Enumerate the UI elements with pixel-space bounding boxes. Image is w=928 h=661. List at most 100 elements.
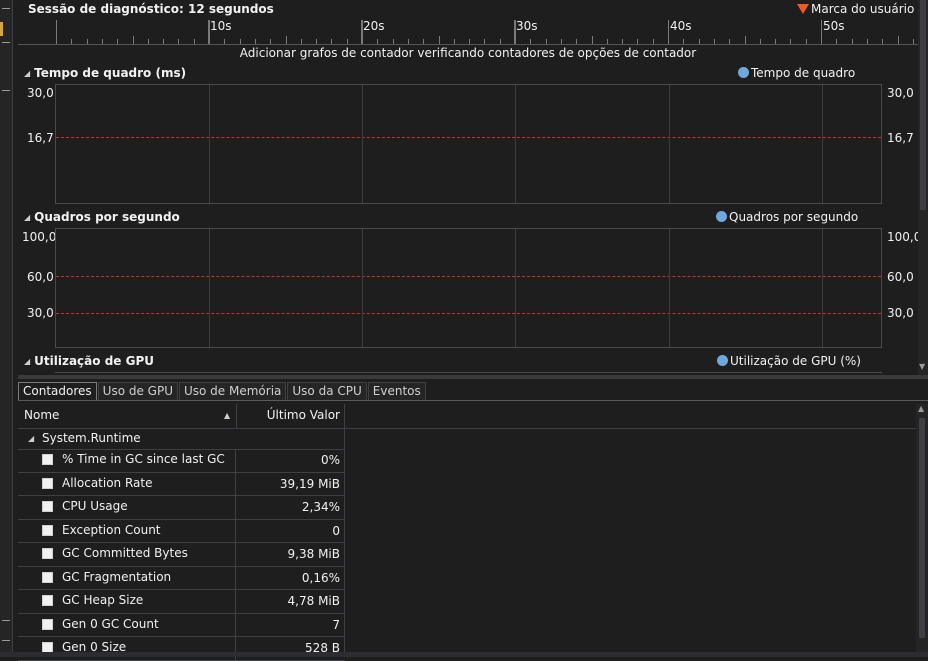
threshold-line xyxy=(56,276,881,277)
sort-ascending-icon[interactable]: ▲ xyxy=(224,411,230,420)
ruler-tick xyxy=(652,39,654,44)
counter-row[interactable]: % Time in GC since last GC 0% xyxy=(18,449,345,473)
counter-value: 9,38 MiB xyxy=(287,547,340,561)
counter-value: 4,78 MiB xyxy=(287,594,340,608)
ruler-tick xyxy=(300,39,302,44)
frame-time-legend: Tempo de quadro xyxy=(738,66,855,80)
counter-name: GC Heap Size xyxy=(62,593,144,607)
grid-line xyxy=(515,229,516,347)
ruler-tick xyxy=(224,39,226,44)
column-divider[interactable] xyxy=(236,404,237,428)
column-header-last-value[interactable]: Último Valor xyxy=(238,408,340,422)
counter-row[interactable]: Gen 0 GC Count 7 xyxy=(18,613,345,637)
counter-name: % Time in GC since last GC xyxy=(62,452,225,466)
scrollbar-thumb[interactable] xyxy=(919,418,925,638)
y-axis-label: 60,0 xyxy=(27,270,54,284)
grid-line xyxy=(362,229,363,347)
ruler-tick xyxy=(254,39,256,44)
legend-label: Utilização de GPU (%) xyxy=(730,354,861,368)
frame-time-graph[interactable] xyxy=(55,84,882,204)
ruler-tick xyxy=(453,39,455,44)
expand-arrow-icon[interactable]: ◢ xyxy=(28,434,34,443)
user-mark-label: Marca do usuário xyxy=(811,2,915,16)
grid-line xyxy=(362,85,363,203)
grid-line xyxy=(669,229,670,347)
user-mark-legend[interactable]: Marca do usuário xyxy=(797,2,914,16)
section-gpu-title[interactable]: ◢ Utilização de GPU xyxy=(24,354,154,368)
ruler-tick xyxy=(331,39,333,44)
collapse-arrow-icon[interactable]: ◢ xyxy=(24,69,30,78)
counter-row[interactable]: CPU Usage 2,34% xyxy=(18,496,345,520)
tab-cpu-usage[interactable]: Uso da CPU xyxy=(287,382,367,400)
counter-value: 0 xyxy=(332,523,340,538)
column-header-name[interactable]: Nome xyxy=(24,408,59,422)
tab-events[interactable]: Eventos xyxy=(367,382,426,400)
ruler-tick xyxy=(683,39,685,44)
counter-checkbox[interactable] xyxy=(42,477,53,489)
counter-value: 7 xyxy=(332,617,340,632)
counter-checkbox[interactable] xyxy=(42,571,53,583)
gutter-indicator xyxy=(0,22,3,36)
ruler-tick xyxy=(193,39,195,44)
fps-legend: Quadros por segundo xyxy=(716,210,858,224)
collapse-arrow-icon[interactable]: ◢ xyxy=(24,357,30,366)
scroll-down-icon[interactable]: ▼ xyxy=(919,362,925,371)
ruler-major-tick xyxy=(821,20,822,44)
column-divider xyxy=(235,566,236,589)
counter-row[interactable]: GC Heap Size 4,78 MiB xyxy=(18,590,345,614)
grid-line xyxy=(209,229,210,347)
counter-row[interactable]: GC Committed Bytes 9,38 MiB xyxy=(18,543,345,567)
ruler-tick xyxy=(86,39,88,44)
section-title-label: Quadros por segundo xyxy=(34,210,180,224)
group-row-system-runtime[interactable]: ◢ System.Runtime xyxy=(18,428,344,450)
counter-row[interactable]: Exception Count 0 xyxy=(18,519,345,543)
ruler-tick xyxy=(882,39,884,44)
grid-line xyxy=(669,85,670,203)
y-axis-label: 30,0 xyxy=(27,306,54,320)
legend-label: Tempo de quadro xyxy=(751,66,856,80)
counter-name: CPU Usage xyxy=(62,499,128,513)
counter-checkbox[interactable] xyxy=(42,454,53,465)
counter-checkbox[interactable] xyxy=(42,548,53,559)
ruler-tick xyxy=(117,39,119,44)
counter-row[interactable]: GC Fragmentation 0,16% xyxy=(18,566,345,590)
ruler-major-tick xyxy=(208,20,209,44)
counter-checkbox[interactable] xyxy=(42,618,53,630)
ruler-tick xyxy=(897,36,899,44)
pane-splitter[interactable] xyxy=(18,375,928,379)
counter-checkbox[interactable] xyxy=(42,501,53,512)
ruler-label: 40s xyxy=(670,19,692,33)
fps-graph[interactable] xyxy=(55,228,882,348)
legend-dot-icon xyxy=(738,67,749,78)
section-title-label: Utilização de GPU xyxy=(34,354,154,368)
grid-border xyxy=(344,428,345,657)
tab-counters[interactable]: Contadores xyxy=(18,382,97,400)
grid-scrollbar[interactable]: ▲ xyxy=(916,404,928,657)
section-fps-title[interactable]: ◢ Quadros por segundo xyxy=(24,210,180,224)
tab-strip: Contadores Uso de GPU Uso de Memória Uso… xyxy=(18,382,427,401)
grid-line xyxy=(515,85,516,203)
counter-name: Allocation Rate xyxy=(62,475,153,490)
counter-row[interactable]: Allocation Rate 39,19 MiB xyxy=(18,472,345,496)
tab-memory-usage[interactable]: Uso de Memória xyxy=(178,382,287,400)
y-axis-label: 16,7 xyxy=(27,131,54,145)
counter-checkbox[interactable] xyxy=(42,524,53,536)
y-axis-label: 100,0 xyxy=(22,230,57,244)
scrollbar-thumb[interactable] xyxy=(920,0,926,210)
ruler-tick xyxy=(132,36,134,44)
column-divider[interactable] xyxy=(344,404,345,428)
ruler-label: 50s xyxy=(823,19,845,33)
column-divider xyxy=(235,543,236,566)
scroll-up-icon[interactable]: ▲ xyxy=(918,404,924,413)
timeline-ruler[interactable]: 10s 20s 30s 40s 50s xyxy=(18,19,918,45)
tab-gpu-usage[interactable]: Uso de GPU xyxy=(97,382,178,400)
legend-label: Quadros por segundo xyxy=(729,210,859,224)
collapse-arrow-icon[interactable]: ◢ xyxy=(24,213,30,222)
add-counter-hint: Adicionar grafos de contador verificando… xyxy=(239,46,697,60)
grid-header: Nome ▲ Último Valor xyxy=(18,404,916,429)
graphs-scrollbar[interactable]: ▼ xyxy=(918,0,928,375)
counter-checkbox[interactable] xyxy=(42,595,53,606)
section-frame-time-title[interactable]: ◢ Tempo de quadro (ms) xyxy=(24,66,186,80)
threshold-line xyxy=(56,137,881,138)
ruler-tick xyxy=(499,39,501,44)
